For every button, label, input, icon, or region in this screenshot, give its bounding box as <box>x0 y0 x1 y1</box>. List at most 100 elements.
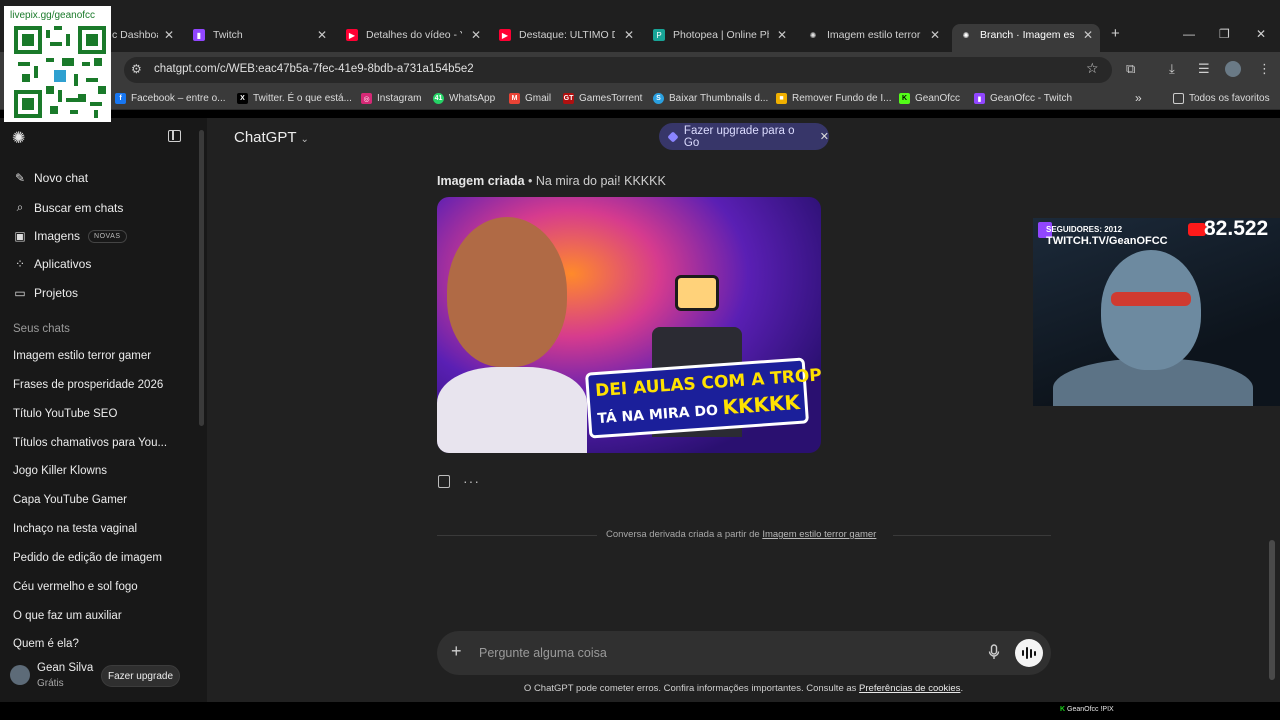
tab-close-icon[interactable]: ✕ <box>777 26 787 44</box>
bookmark-gmail[interactable]: M Gmail <box>509 93 551 104</box>
folder-icon: ▭ <box>14 286 26 300</box>
sidebar-item-images[interactable]: ▣ Imagens NOVAS <box>12 229 127 243</box>
copy-icon[interactable] <box>438 475 450 488</box>
voice-mode-button[interactable] <box>1015 639 1043 667</box>
sidebar-scrollbar[interactable] <box>199 130 204 426</box>
menu-icon[interactable]: ⋮ <box>1258 61 1271 77</box>
chat-item[interactable]: Capa YouTube Gamer <box>13 494 127 506</box>
new-badge: NOVAS <box>88 229 127 243</box>
chat-item[interactable]: Céu vermelho e sol fogo <box>13 581 138 593</box>
bookmark-facebook[interactable]: f Facebook – entre o... <box>115 93 226 104</box>
site-info-icon[interactable]: ⚙ <box>131 62 142 76</box>
sparkle-icon <box>667 130 679 143</box>
webcam-followers: SEGUIDORES: 2012 <box>1046 225 1123 234</box>
plus-icon[interactable]: + <box>451 641 462 662</box>
bookmark-twitch[interactable]: ▮ GeanOfcc - Twitch <box>974 93 1072 104</box>
minimize-icon[interactable]: — <box>1183 27 1195 41</box>
media-control-icon[interactable]: ☰ <box>1198 61 1210 77</box>
qr-code-icon <box>14 26 106 118</box>
more-bookmarks-icon[interactable]: » <box>1135 91 1142 105</box>
extensions-icon[interactable]: ⧉ <box>1126 61 1135 77</box>
sidebar-item-projects[interactable]: ▭ Projetos <box>12 286 78 300</box>
cookie-preferences-link[interactable]: Preferências de cookies <box>859 683 960 694</box>
removebg-icon: ■ <box>776 93 787 104</box>
upgrade-go-pill[interactable]: Fazer upgrade para o Go ✕ <box>659 123 829 150</box>
avatar[interactable] <box>10 665 30 685</box>
bookmark-kick[interactable]: K GeanOfcc <box>899 93 960 104</box>
whatsapp-icon: 41 <box>433 93 444 104</box>
tab-close-icon[interactable]: ✕ <box>317 26 327 44</box>
bookmark-twitter[interactable]: X Twitter. É o que está... <box>237 93 352 104</box>
photopea-icon: P <box>653 29 665 41</box>
thumbnail-icon: S <box>653 93 664 104</box>
chat-item[interactable]: Jogo Killer Klowns <box>13 465 107 477</box>
chatgpt-icon: ✺ <box>962 30 970 40</box>
branch-source-link[interactable]: Imagem estilo terror gamer <box>762 529 876 540</box>
chat-item[interactable]: Imagem estilo terror gamer <box>13 350 151 362</box>
chat-item[interactable]: Frases de prosperidade 2026 <box>13 379 163 391</box>
youtube-studio-icon: ▶ <box>346 29 358 41</box>
bookmark-removebg[interactable]: ■ Remover Fundo de I... <box>776 93 892 104</box>
sidebar-item-new-chat[interactable]: ✎ Novo chat <box>12 171 88 185</box>
bookmark-whatsapp[interactable]: 41 WhatsApp <box>433 93 495 104</box>
webcam-count: 82.522 <box>1204 217 1269 240</box>
tab-close-icon[interactable]: ✕ <box>471 26 481 44</box>
download-icon[interactable]: ⤓ <box>1169 61 1175 77</box>
instagram-icon: ◎ <box>361 93 372 104</box>
qr-caption: livepix.gg/geanofcc <box>10 10 96 21</box>
chat-item[interactable]: Títulos chamativos para You... <box>13 437 167 449</box>
stream-tag: K GeanOfcc !PIX <box>1060 706 1114 713</box>
image-caption: Imagem criada • Na mira do pai! KKKKK <box>437 174 666 188</box>
sidebar-item-apps[interactable]: ⁘ Aplicativos <box>12 257 91 271</box>
more-options-icon[interactable]: ··· <box>463 473 480 489</box>
tab-close-icon[interactable]: ✕ <box>164 26 174 44</box>
profile-icon[interactable] <box>1225 61 1241 77</box>
openai-logo-icon[interactable]: ✺ <box>12 128 25 148</box>
close-icon[interactable]: ✕ <box>820 130 829 143</box>
sidebar-toggle-icon[interactable] <box>168 130 181 142</box>
restore-icon[interactable]: ❐ <box>1219 27 1230 41</box>
webcam-channel: TWITCH.TV/GeanOFCC <box>1046 235 1168 247</box>
tab-close-icon[interactable]: ✕ <box>1083 26 1093 44</box>
images-icon: ▣ <box>14 229 26 243</box>
sidebar-item-search[interactable]: ⌕ Buscar em chats <box>12 200 124 215</box>
chat-item[interactable]: Quem é ela? <box>13 638 79 650</box>
chevron-down-icon: ⌄ <box>300 134 309 145</box>
branch-note: Conversa derivada criada a partir de Ima… <box>606 529 877 540</box>
tab-photopea[interactable]: P Photopea | Online Pho <box>653 26 769 44</box>
chat-item[interactable]: O que faz um auxiliar <box>13 610 122 622</box>
new-tab-icon[interactable]: + <box>1111 25 1120 42</box>
search-icon: ⌕ <box>16 200 24 214</box>
generated-image[interactable]: DEI AULAS COM A TROP! TÁ NA MIRA DO KKKK… <box>437 197 821 453</box>
close-window-icon[interactable]: ✕ <box>1256 27 1266 41</box>
bookmark-instagram[interactable]: ◎ Instagram <box>361 93 421 104</box>
tab-youtube-studio[interactable]: ▶ Detalhes do vídeo - Yo <box>346 26 462 44</box>
user-name[interactable]: Gean Silva <box>37 662 93 674</box>
all-bookmarks[interactable]: Todos os favoritos <box>1173 93 1270 104</box>
main-scrollbar[interactable] <box>1269 540 1275 680</box>
twitch-icon: ▮ <box>193 29 205 41</box>
tab-youtube-destaque[interactable]: ▶ Destaque: ULTIMO DO <box>499 26 615 44</box>
new-chat-icon: ✎ <box>14 171 26 185</box>
tab-close-icon[interactable]: ✕ <box>930 26 940 44</box>
chat-item[interactable]: Inchaço na testa vaginal <box>13 523 137 535</box>
bookmark-thumbnails[interactable]: S Baixar Thumbnails d... <box>653 93 768 104</box>
chat-item[interactable]: Título YouTube SEO <box>13 408 117 420</box>
youtube-icon: ▶ <box>499 29 511 41</box>
thumbnail-sight <box>675 275 719 311</box>
chats-section-label: Seus chats <box>13 323 70 335</box>
chatgpt-icon: ✺ <box>809 30 817 40</box>
tab-chatgpt-branch[interactable]: ✺ Branch · Imagem estilo <box>960 26 1074 44</box>
microphone-icon[interactable] <box>988 644 1000 660</box>
tab-chatgpt-terror[interactable]: ✺ Imagem estilo terror g <box>807 26 921 44</box>
tab-twitch[interactable]: ▮ Twitch <box>193 26 313 44</box>
tab-dashboard[interactable]: c Dashboa <box>112 26 158 44</box>
bookmark-star-icon[interactable]: ☆ <box>1086 60 1099 77</box>
prompt-input[interactable] <box>479 645 959 661</box>
chat-item[interactable]: Pedido de edição de imagem <box>13 552 162 564</box>
url-text[interactable]: chatgpt.com/c/WEB:eac47b5a-7fec-41e9-8bd… <box>154 63 474 75</box>
bookmark-gamestorrent[interactable]: GT GamesTorrent <box>563 93 642 104</box>
model-selector[interactable]: ChatGPT ⌄ <box>234 129 309 146</box>
thumbnail-shirt <box>437 367 587 453</box>
tab-close-icon[interactable]: ✕ <box>624 26 634 44</box>
